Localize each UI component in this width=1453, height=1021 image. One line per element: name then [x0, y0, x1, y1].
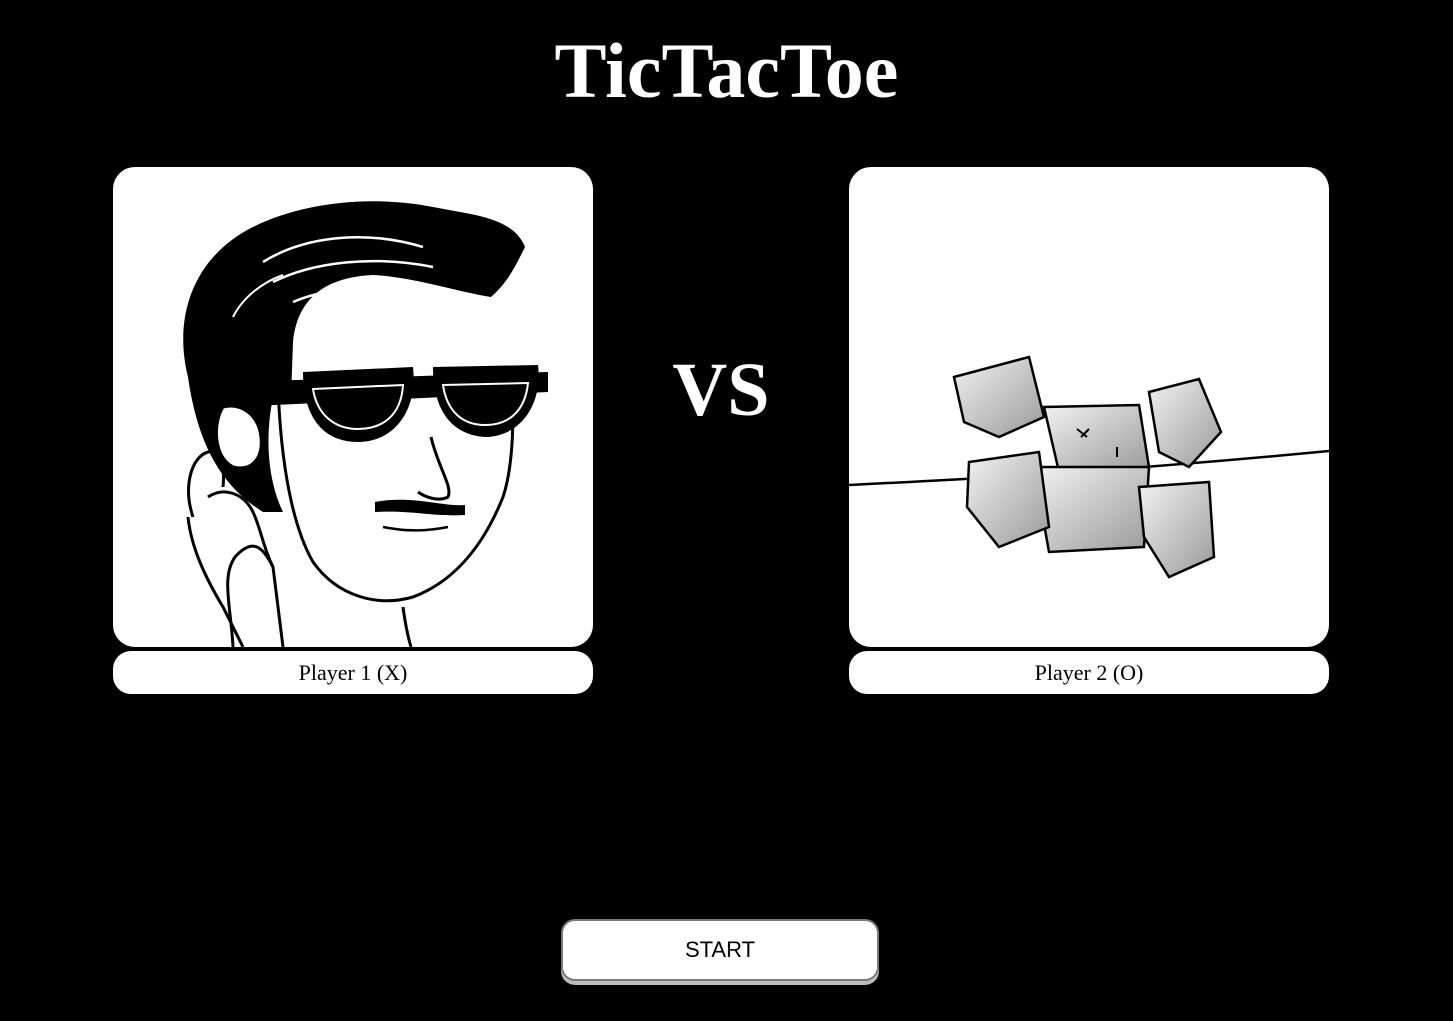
player-2-card[interactable]: Player 2 (O)	[849, 167, 1329, 694]
sunglasses-man-drawing	[183, 201, 548, 647]
player-1-name: Player 1 (X)	[113, 651, 593, 694]
player-1-avatar[interactable]	[113, 167, 593, 647]
start-button[interactable]: START	[561, 919, 879, 981]
player-2-name: Player 2 (O)	[849, 651, 1329, 694]
player-1-card[interactable]: Player 1 (X)	[113, 167, 593, 694]
player-2-avatar[interactable]	[849, 167, 1329, 647]
vs-label: VS	[672, 348, 770, 432]
robot-crab-drawing	[849, 355, 1329, 579]
game-title: TicTacToe	[554, 27, 899, 114]
